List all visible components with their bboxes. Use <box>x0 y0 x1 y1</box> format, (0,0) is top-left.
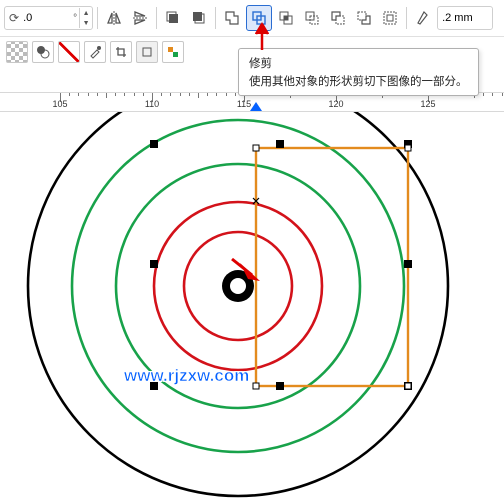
stroke-width-input[interactable] <box>437 6 493 30</box>
back-minus-front-icon[interactable] <box>352 6 376 30</box>
simplify-icon[interactable] <box>300 6 324 30</box>
rotation-up[interactable]: ▲ <box>80 8 92 18</box>
rotation-input[interactable]: ⟳ ° ▲▼ <box>4 6 93 30</box>
circle-outer-black[interactable] <box>28 110 448 496</box>
weld-icon[interactable] <box>220 6 244 30</box>
pen-icon[interactable] <box>411 6 435 30</box>
nofill-icon[interactable] <box>58 41 80 63</box>
flip-horizontal-icon[interactable] <box>102 6 126 30</box>
boundary-icon[interactable] <box>378 6 402 30</box>
arrow-to-tool-icon <box>252 22 274 52</box>
tooltip-title: 修剪 <box>249 55 468 71</box>
tooltip: 修剪 使用其他对象的形状剪切下图像的一部分。 <box>238 48 479 96</box>
stroke-width-value[interactable] <box>438 8 492 28</box>
drawing-svg <box>0 110 504 502</box>
to-front-icon[interactable] <box>161 6 185 30</box>
transparency-icon[interactable] <box>32 41 54 63</box>
crop-icon[interactable] <box>110 41 132 63</box>
swap-colors-icon[interactable] <box>162 41 184 63</box>
object-props-icon[interactable] <box>136 41 158 63</box>
rotation-down[interactable]: ▼ <box>80 18 92 28</box>
to-back-icon[interactable] <box>187 6 211 30</box>
intersect-icon[interactable] <box>274 6 298 30</box>
fill-swatch[interactable] <box>6 41 28 63</box>
selection-rectangle[interactable] <box>256 148 408 386</box>
flip-vertical-icon[interactable] <box>128 6 152 30</box>
watermark: www.rjzxw.com <box>124 366 249 386</box>
canvas[interactable]: www.rjzxw.com <box>0 110 504 502</box>
eyedropper-icon[interactable] <box>84 41 106 63</box>
arrow-to-rect-icon <box>226 255 266 295</box>
rotation-value[interactable] <box>19 8 73 28</box>
front-minus-back-icon[interactable] <box>326 6 350 30</box>
tooltip-body: 使用其他对象的形状剪切下图像的一部分。 <box>249 73 468 89</box>
